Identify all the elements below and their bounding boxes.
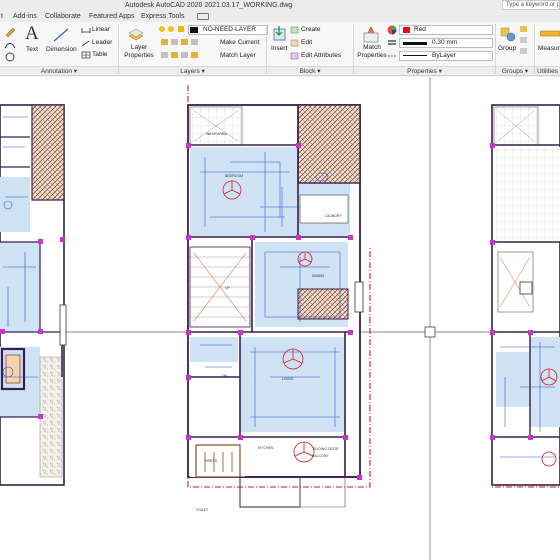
drawing-canvas[interactable]: WASH AREA BEDROOM LIVING KITCHEN DINING … — [0, 77, 560, 560]
leader-icon — [81, 40, 90, 47]
label-bedroom-top: BEDROOM — [225, 174, 243, 178]
search-input[interactable]: Type a keyword or phrase — [502, 0, 560, 10]
match-properties-icon[interactable] — [362, 25, 380, 43]
floor-plan-drawing: WASH AREA BEDROOM LIVING KITCHEN DINING … — [0, 77, 560, 560]
label-dining: DINING — [312, 274, 325, 278]
pencil-icon[interactable] — [4, 25, 16, 37]
color-wheel-icon — [387, 25, 397, 35]
layer-state-icons[interactable] — [158, 25, 188, 34]
lineweight-sample — [403, 42, 427, 45]
lineweight-icon — [388, 40, 396, 45]
ribbon-tab-bar: t Add-ins Collaborate Featured Apps Expr… — [0, 11, 560, 22]
properties-panel-label[interactable]: Properties ▾ — [354, 66, 495, 75]
linear-icon — [81, 28, 91, 33]
create-block-icon — [290, 26, 299, 34]
layer-tool-icons-row2[interactable] — [160, 38, 206, 47]
measure-button[interactable]: Measure — [538, 44, 560, 53]
label-up: UP — [225, 286, 231, 290]
tab-express-tools[interactable]: Express Tools — [141, 11, 184, 22]
dimension-icon[interactable] — [52, 26, 70, 44]
rotate-icon[interactable] — [4, 52, 16, 62]
group-tools-icons[interactable] — [518, 25, 530, 55]
create-block-button[interactable]: Create — [301, 25, 321, 34]
block-panel-label[interactable]: Block ▾ — [267, 66, 353, 75]
label-dn: DN — [222, 374, 228, 378]
insert-button[interactable]: Insert — [271, 44, 287, 53]
linetype-value: ByLayer — [432, 52, 456, 59]
label-dress: DRESS — [205, 459, 218, 463]
linetype-sample — [403, 55, 427, 56]
insert-block-icon[interactable] — [271, 25, 289, 45]
current-layer-label: NO-NEED-LAYER — [203, 26, 256, 33]
group-icon[interactable] — [499, 25, 517, 43]
make-current-button[interactable]: Make Current — [220, 38, 259, 47]
label-living: LIVING — [282, 377, 294, 381]
annotation-panel-label[interactable]: Annotation ▾ — [0, 66, 118, 75]
text-button[interactable]: Text — [26, 45, 38, 54]
tab-collaborate[interactable]: Collaborate — [45, 11, 81, 22]
label-toilet: TOILET — [196, 508, 209, 512]
tab-insert[interactable]: t — [1, 11, 3, 22]
linear-button[interactable]: Linear — [92, 25, 110, 34]
layer-dropdown[interactable]: NO-NEED-LAYER — [188, 25, 268, 35]
ribbon: A Text Dimension Linear Leader Table Lay… — [0, 22, 560, 76]
label-kitchen: KITCHEN — [258, 446, 274, 450]
utilities-panel-label[interactable]: Utilities — [535, 66, 560, 75]
edit-block-button[interactable]: Edit — [301, 38, 312, 47]
layer-properties-icon[interactable] — [127, 26, 145, 42]
window-title: Autodesk AutoCAD 2020 2021.03.17_WORKING… — [125, 2, 293, 9]
group-button[interactable]: Group — [498, 44, 516, 53]
label-sliding-door: SLIDING DOOR — [313, 447, 339, 451]
measure-icon[interactable] — [540, 27, 560, 41]
linetype-icon — [388, 55, 396, 57]
red-swatch — [403, 27, 410, 33]
color-value: Red — [414, 26, 426, 33]
right-plan — [490, 104, 560, 488]
dimension-button[interactable]: Dimension — [46, 45, 77, 54]
color-dropdown[interactable]: Red — [399, 25, 493, 35]
tab-featured-apps[interactable]: Featured Apps — [89, 11, 135, 22]
title-bar: Autodesk AutoCAD 2020 2021.03.17_WORKING… — [0, 0, 560, 11]
table-button[interactable]: Table — [92, 50, 108, 59]
left-plan — [0, 104, 67, 486]
label-balcony: BALCONY — [312, 454, 329, 458]
groups-panel-label[interactable]: Groups ▾ — [496, 66, 534, 75]
edit-block-icon — [290, 39, 299, 47]
tab-overflow-icon[interactable] — [197, 13, 209, 20]
edit-attributes-icon — [290, 52, 299, 60]
center-plan: WASH AREA BEDROOM LIVING KITCHEN DINING … — [186, 85, 371, 512]
layer-color-swatch — [190, 27, 198, 33]
lineweight-value: 0.30 mm — [432, 39, 458, 46]
layer-properties-button[interactable]: Layer Properties — [122, 44, 156, 60]
label-laundry: LAUNDRY — [325, 214, 342, 218]
tab-add-ins[interactable]: Add-ins — [13, 11, 37, 22]
text-a-icon[interactable]: A — [25, 24, 39, 44]
table-icon — [81, 51, 91, 59]
layer-tool-icons-row3[interactable] — [160, 51, 206, 60]
edit-attributes-button[interactable]: Edit Attributes — [301, 51, 341, 60]
arc-icon[interactable] — [4, 39, 16, 49]
match-properties-button[interactable]: Match Properties — [356, 44, 388, 60]
leader-button[interactable]: Leader — [92, 38, 112, 47]
match-layer-button[interactable]: Match Layer — [220, 51, 256, 60]
layers-panel-label[interactable]: Layers ▾ — [119, 66, 266, 75]
label-wash-area: WASH AREA — [206, 132, 227, 136]
